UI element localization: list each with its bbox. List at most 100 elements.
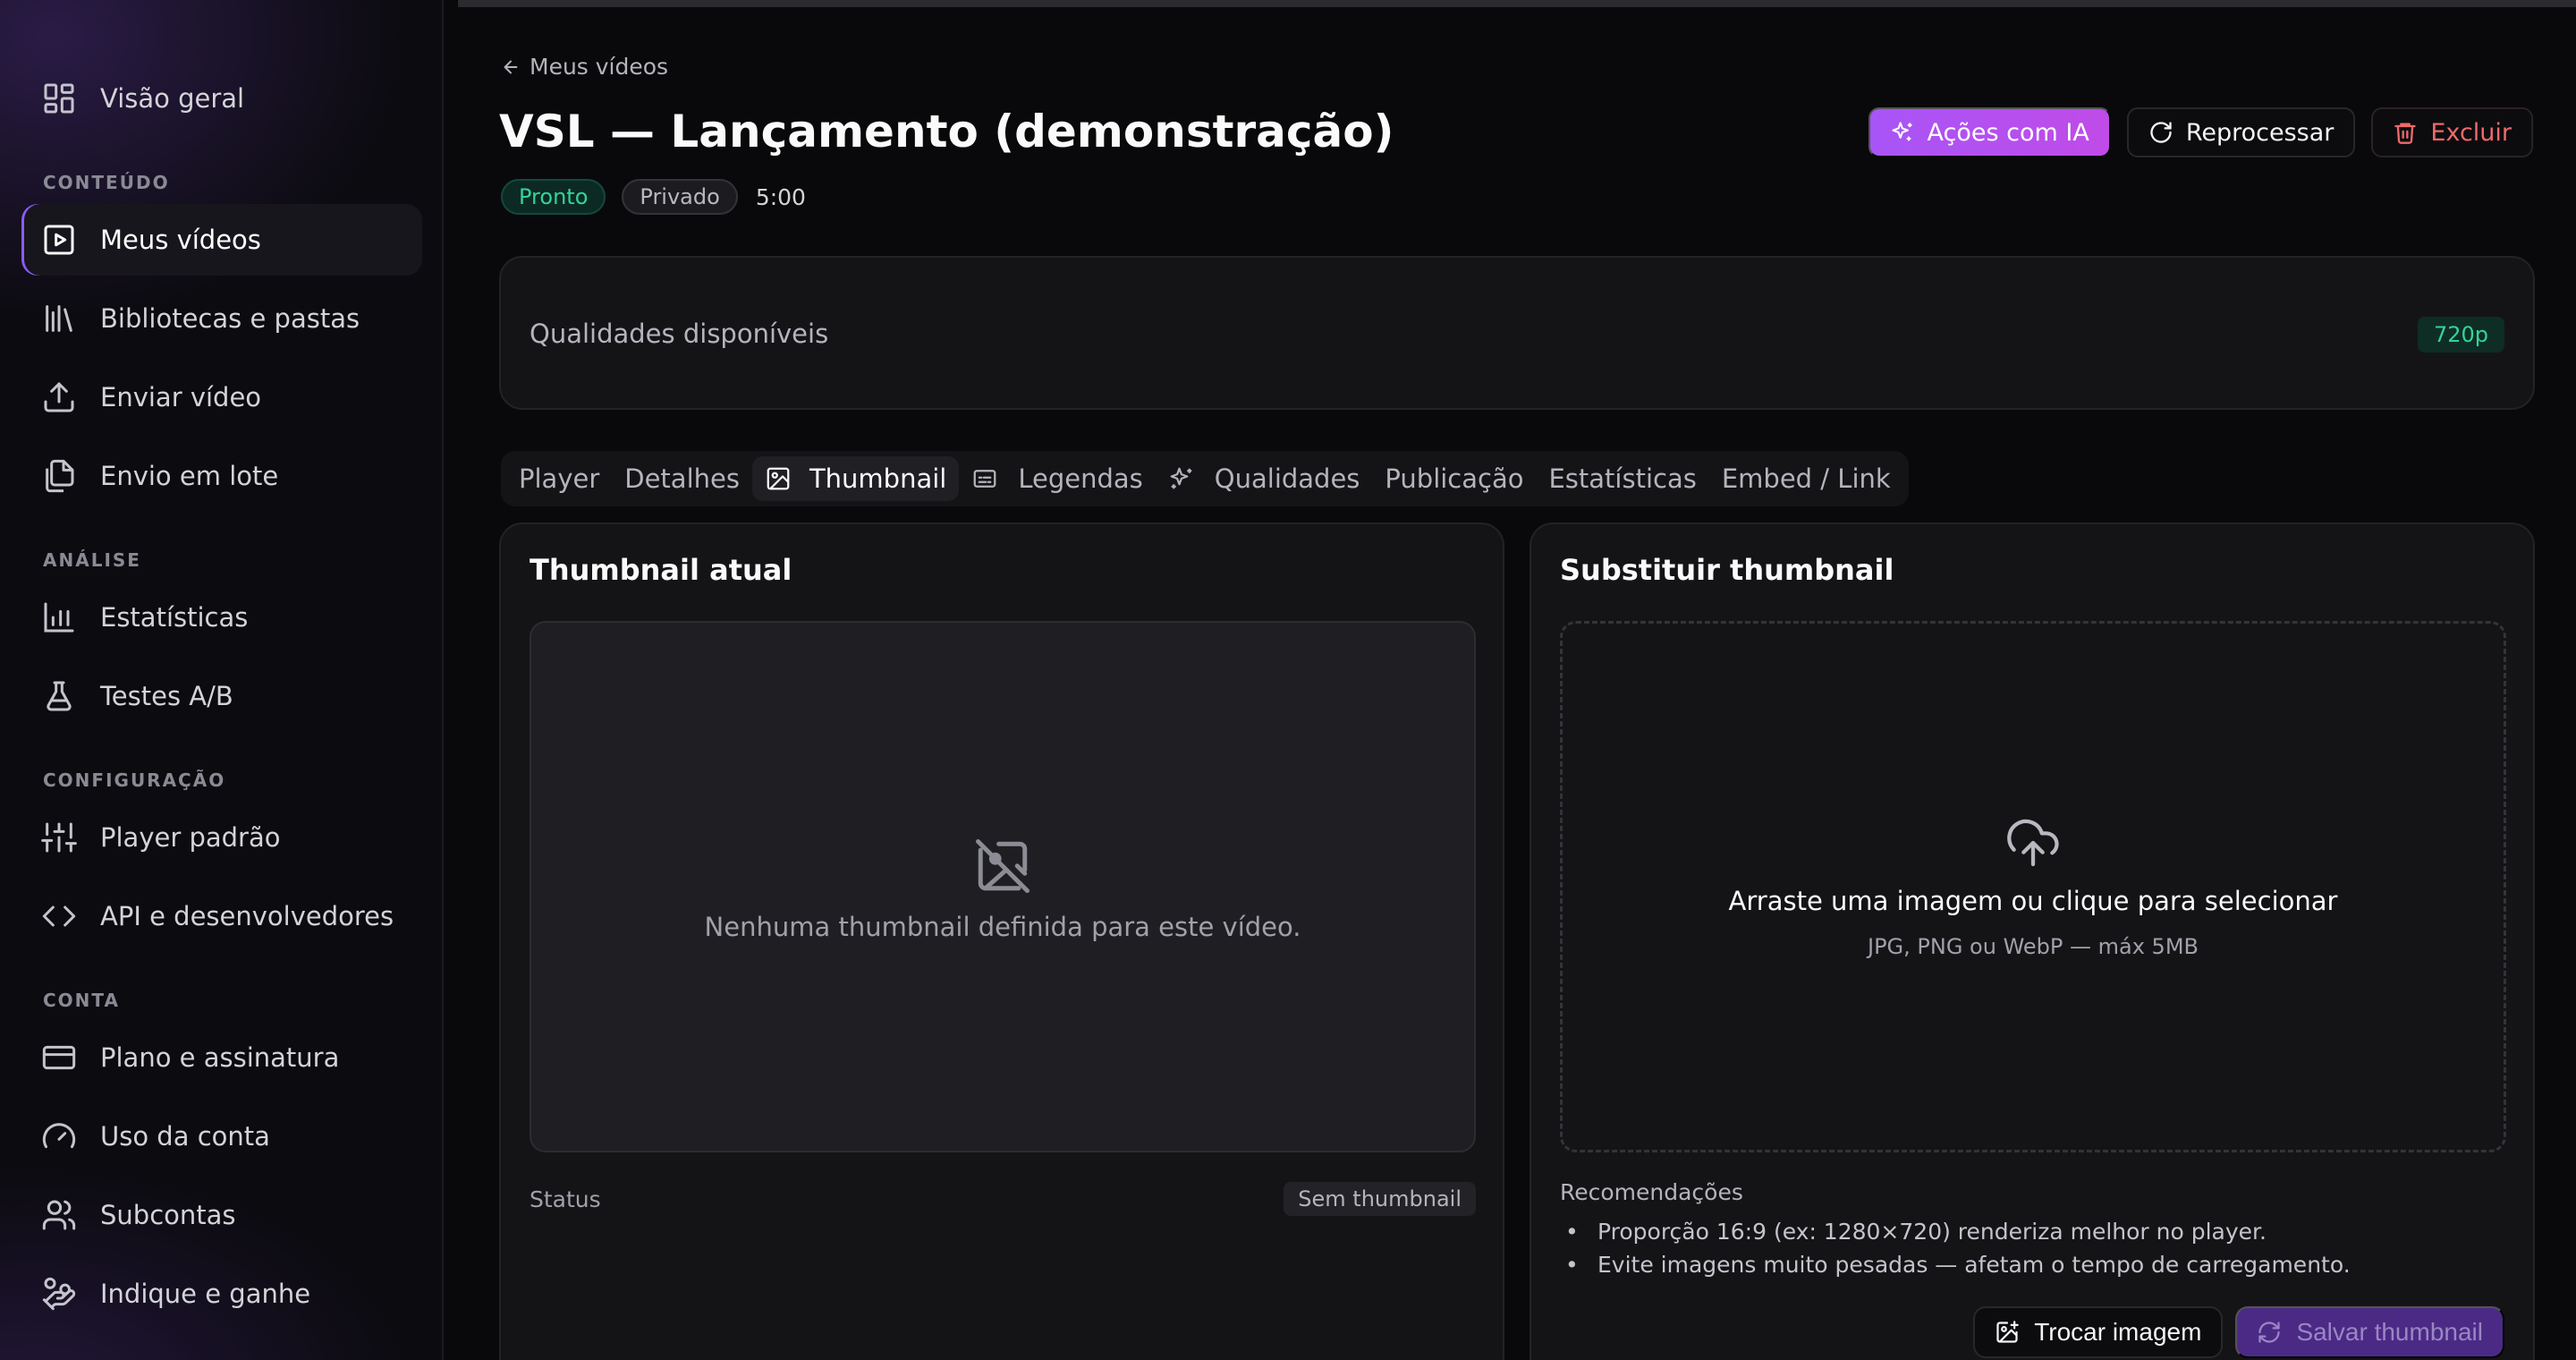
qualities-card: Qualidades disponíveis 720p (499, 256, 2535, 410)
ai-actions-button[interactable]: Ações com IA (1868, 107, 2111, 157)
delete-button[interactable]: Excluir (2371, 107, 2533, 157)
empty-thumbnail-message: Nenhuma thumbnail definida para este víd… (704, 912, 1301, 942)
back-link-label: Meus vídeos (530, 54, 669, 80)
files-icon (41, 458, 77, 494)
sidebar-section-content: CONTEÚDO (43, 172, 170, 193)
page-title: VSL — Lançamento (demonstração) (499, 106, 1394, 157)
arrow-left-icon (501, 57, 521, 77)
sidebar-item-stats[interactable]: Estatísticas (21, 582, 422, 653)
sidebar-item-label: Indique e ganhe (100, 1279, 311, 1309)
tab-stats[interactable]: Estatísticas (1536, 456, 1708, 501)
tab-thumbnail[interactable]: Thumbnail (751, 456, 960, 501)
image-plus-icon (1995, 1320, 2020, 1345)
users-icon (41, 1197, 77, 1233)
sparkles-icon (1168, 465, 1195, 492)
sidebar-item-usage[interactable]: Uso da conta (21, 1101, 422, 1172)
delete-label: Excluir (2430, 118, 2512, 147)
recommendations-title: Recomendações (1560, 1179, 1743, 1205)
sidebar-item-api[interactable]: API e desenvolvedores (21, 880, 422, 952)
captions-icon (971, 465, 998, 492)
swap-image-button[interactable]: Trocar imagem (1973, 1306, 2224, 1358)
sidebar-item-subaccounts[interactable]: Subcontas (21, 1179, 422, 1251)
sidebar-item-overview[interactable]: Visão geral (21, 63, 422, 134)
visibility-badge: Privado (622, 179, 738, 215)
sidebar-item-default-player[interactable]: Player padrão (21, 802, 422, 873)
sidebar-item-label: Enviar vídeo (100, 382, 262, 412)
sidebar-item-label: Uso da conta (100, 1121, 270, 1152)
sidebar-item-referral[interactable]: Indique e ganhe (21, 1258, 422, 1330)
tab-player[interactable]: Player (506, 456, 612, 501)
sidebar-item-plan[interactable]: Plano e assinatura (21, 1022, 422, 1093)
play-square-icon (41, 222, 77, 258)
sidebar-item-label: Envio em lote (100, 461, 279, 491)
sidebar-item-label: Visão geral (100, 83, 245, 114)
credit-card-icon (41, 1040, 77, 1075)
save-thumbnail-button[interactable]: Salvar thumbnail (2235, 1306, 2504, 1358)
list-item: Evite imagens muito pesadas — afetam o t… (1560, 1248, 2351, 1281)
image-dropzone[interactable]: Arraste uma imagem ou clique para seleci… (1560, 621, 2506, 1152)
recommendations-list: Proporção 16:9 (ex: 1280×720) renderiza … (1560, 1215, 2351, 1281)
upload-icon (41, 379, 77, 415)
reprocess-button[interactable]: Reprocessar (2126, 107, 2356, 157)
sparkles-icon (1890, 120, 1915, 145)
refresh-cw-icon (2257, 1320, 2282, 1345)
code-icon (41, 898, 77, 934)
thumbnail-status-row: Status Sem thumbnail (530, 1181, 1476, 1217)
tab-subtitles[interactable]: Legendas (959, 456, 1155, 501)
sidebar-item-label: Plano e assinatura (100, 1042, 340, 1073)
tab-embed[interactable]: Embed / Link (1709, 456, 1903, 501)
sidebar-item-label: Player padrão (100, 822, 281, 853)
tab-qualities[interactable]: Qualidades (1156, 456, 1373, 501)
replace-thumbnail-title: Substituir thumbnail (1560, 553, 1894, 587)
status-label: Status (530, 1186, 601, 1212)
back-link[interactable]: Meus vídeos (501, 54, 668, 80)
sidebar-item-batch[interactable]: Envio em lote (21, 440, 422, 512)
sidebar-item-label: Meus vídeos (100, 225, 261, 255)
tab-publishing[interactable]: Publicação (1372, 456, 1536, 501)
flask-icon (41, 678, 77, 714)
gauge-icon (41, 1118, 77, 1154)
sidebar-item-label: Testes A/B (100, 681, 233, 711)
sidebar-section-config: CONFIGURAÇÃO (43, 769, 226, 791)
dropzone-hint: JPG, PNG ou WebP — máx 5MB (1868, 934, 2199, 959)
sidebar: Visão geral CONTEÚDO Meus vídeos Bibliot… (0, 0, 444, 1360)
sidebar-item-label: Bibliotecas e pastas (100, 303, 360, 334)
thumbnail-status-badge: Sem thumbnail (1284, 1182, 1476, 1216)
sidebar-item-libraries[interactable]: Bibliotecas e pastas (21, 283, 422, 354)
cloud-upload-icon (2004, 814, 2062, 871)
image-icon (765, 465, 792, 492)
sidebar-item-label: API e desenvolvedores (100, 901, 394, 931)
sidebar-item-upload[interactable]: Enviar vídeo (21, 361, 422, 433)
video-duration: 5:00 (755, 183, 806, 210)
hand-coins-icon (41, 1276, 77, 1312)
replace-thumbnail-card: Substituir thumbnail Arraste uma imagem … (1530, 523, 2535, 1360)
bar-chart-icon (41, 599, 77, 635)
video-meta: Pronto Privado 5:00 (501, 179, 806, 215)
tab-thumbnail-label: Thumbnail (809, 463, 947, 494)
tab-qualities-label: Qualidades (1214, 463, 1360, 494)
tab-subtitles-label: Legendas (1018, 463, 1143, 494)
save-thumbnail-label: Salvar thumbnail (2296, 1318, 2483, 1346)
ai-actions-label: Ações com IA (1927, 118, 2089, 147)
refresh-icon (2148, 120, 2174, 145)
trash-icon (2393, 120, 2418, 145)
status-badge: Pronto (501, 179, 606, 215)
tab-details[interactable]: Detalhes (612, 456, 752, 501)
thumbnail-actions: Trocar imagem Salvar thumbnail (1961, 1306, 2504, 1358)
dashboard-grid-icon (41, 81, 77, 116)
list-item: Proporção 16:9 (ex: 1280×720) renderiza … (1560, 1215, 2351, 1248)
video-tabs: Player Detalhes Thumbnail Legendas Quali… (501, 451, 1909, 506)
sidebar-item-label: Subcontas (100, 1200, 236, 1230)
thumbnail-preview: Nenhuma thumbnail definida para este víd… (530, 621, 1476, 1152)
reprocess-label: Reprocessar (2185, 118, 2334, 147)
sidebar-item-ab-tests[interactable]: Testes A/B (21, 660, 422, 732)
sidebar-item-label: Estatísticas (100, 602, 249, 633)
swap-image-label: Trocar imagem (2034, 1318, 2202, 1346)
dropzone-text: Arraste uma imagem ou clique para seleci… (1728, 886, 2338, 916)
current-thumbnail-card: Thumbnail atual Nenhuma thumbnail defini… (499, 523, 1504, 1360)
sidebar-item-my-videos[interactable]: Meus vídeos (21, 204, 422, 276)
image-off-icon (973, 837, 1032, 896)
sidebar-section-analysis: ANÁLISE (43, 549, 141, 571)
qualities-label: Qualidades disponíveis (530, 319, 829, 349)
current-thumbnail-title: Thumbnail atual (530, 553, 792, 587)
